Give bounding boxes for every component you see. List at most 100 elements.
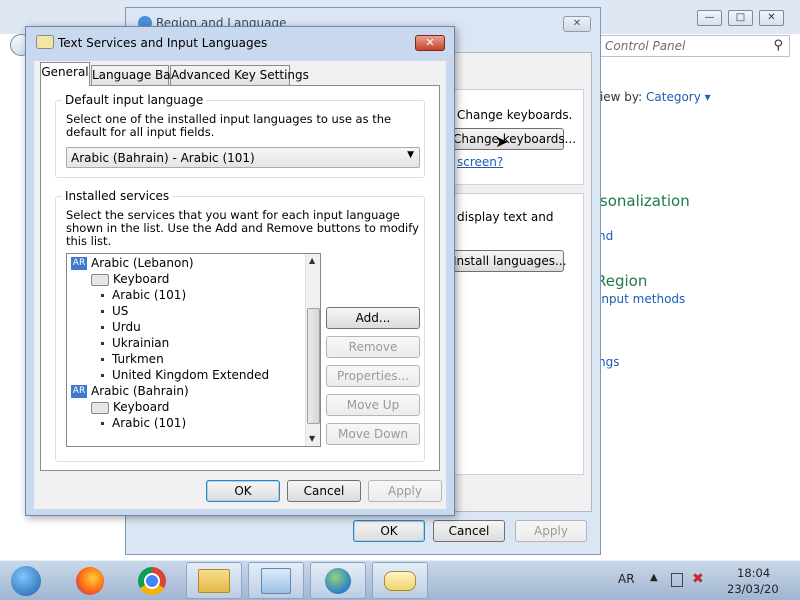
keyboard-category-icon bbox=[91, 273, 109, 286]
taskbar-explorer[interactable] bbox=[186, 562, 242, 599]
tree-layout-row[interactable]: Urdu bbox=[101, 319, 141, 335]
text-services-title: Text Services and Input Languages bbox=[58, 36, 268, 50]
cancel-button[interactable]: Cancel bbox=[287, 480, 361, 502]
close-button[interactable]: ✕ bbox=[759, 10, 784, 26]
keyboards-text: Change keyboards. bbox=[457, 108, 573, 122]
apply-button[interactable]: Apply bbox=[368, 480, 442, 502]
default-input-language-value: Arabic (Bahrain) - Arabic (101) bbox=[71, 151, 255, 165]
file-explorer-icon bbox=[198, 568, 230, 593]
tab-language-bar[interactable]: Language Bar bbox=[91, 65, 176, 85]
properties-button[interactable]: Properties... bbox=[326, 365, 420, 387]
region-apply-button[interactable]: Apply bbox=[515, 520, 587, 542]
search-placeholder: Control Panel bbox=[605, 39, 686, 53]
taskbar-chrome[interactable] bbox=[124, 562, 180, 599]
scroll-down-icon[interactable]: ▼ bbox=[309, 434, 315, 443]
bullet-icon bbox=[101, 326, 104, 329]
keyboard-category-icon bbox=[91, 401, 109, 414]
installed-services-group: Installed services Select the services t… bbox=[55, 189, 425, 462]
tree-scrollbar[interactable]: ▲ ▼ bbox=[305, 254, 320, 446]
add-button[interactable]: Add... bbox=[326, 307, 420, 329]
bullet-icon bbox=[101, 342, 104, 345]
tree-layout-row[interactable]: Arabic (101) bbox=[101, 287, 186, 303]
taskbar-region-language[interactable] bbox=[310, 562, 366, 599]
bullet-icon bbox=[101, 294, 104, 297]
region-close-button[interactable]: ✕ bbox=[563, 16, 591, 32]
chevron-down-icon: ▼ bbox=[407, 150, 414, 160]
tree-language-row[interactable]: AR Arabic (Lebanon) bbox=[71, 255, 194, 271]
tree-layout-row[interactable]: Arabic (101) bbox=[101, 415, 186, 431]
language-name: Arabic (Lebanon) bbox=[91, 256, 194, 270]
taskbar-firefox[interactable] bbox=[62, 562, 118, 599]
region-cancel-button[interactable]: Cancel bbox=[433, 520, 505, 542]
clock-date[interactable]: 23/03/20 bbox=[727, 582, 779, 596]
default-input-language-title: Default input language bbox=[62, 93, 207, 107]
remove-button[interactable]: Remove bbox=[326, 336, 420, 358]
category-name: Keyboard bbox=[113, 400, 170, 414]
move-down-button[interactable]: Move Down bbox=[326, 423, 420, 445]
layout-name: Turkmen bbox=[112, 352, 164, 366]
layout-name: Arabic (101) bbox=[112, 416, 187, 430]
taskbar-text-services[interactable] bbox=[372, 562, 428, 599]
chrome-center-icon bbox=[144, 572, 160, 589]
installed-services-tree[interactable]: AR Arabic (Lebanon) Keyboard Arabic (101)… bbox=[66, 253, 321, 447]
region-heading[interactable]: Region bbox=[596, 272, 647, 290]
bullet-icon bbox=[101, 358, 104, 361]
bullet-icon bbox=[101, 374, 104, 377]
tab-advanced-key-settings[interactable]: Advanced Key Settings bbox=[170, 65, 309, 85]
input-methods-link[interactable]: input methods bbox=[598, 292, 685, 306]
volume-muted-icon[interactable]: ✖ bbox=[692, 571, 704, 587]
bullet-icon bbox=[101, 422, 104, 425]
ok-button[interactable]: OK bbox=[206, 480, 280, 502]
installed-services-title: Installed services bbox=[62, 189, 173, 203]
layout-name: United Kingdom Extended bbox=[112, 368, 270, 382]
text-services-body: General Language Bar Advanced Key Settin… bbox=[34, 61, 446, 509]
language-indicator[interactable]: AR bbox=[618, 572, 635, 586]
layout-name: Ukrainian bbox=[112, 336, 170, 350]
language-badge-icon: AR bbox=[71, 257, 87, 270]
search-icon: ⚲ bbox=[773, 38, 783, 53]
welcome-screen-link[interactable]: screen? bbox=[457, 155, 503, 169]
taskbar-control-panel[interactable] bbox=[248, 562, 304, 599]
clock-time[interactable]: 18:04 bbox=[737, 566, 770, 580]
move-up-button[interactable]: Move Up bbox=[326, 394, 420, 416]
tab-general[interactable]: General bbox=[40, 62, 90, 86]
tree-layout-row[interactable]: United Kingdom Extended bbox=[101, 367, 269, 383]
settings-link[interactable]: ngs bbox=[598, 355, 619, 369]
text-services-close-button[interactable]: ✕ bbox=[415, 35, 445, 51]
minimize-button[interactable]: — bbox=[697, 10, 722, 26]
action-center-icon[interactable] bbox=[671, 573, 683, 587]
tree-language-row[interactable]: AR Arabic (Bahrain) bbox=[71, 383, 189, 399]
tree-category-row[interactable]: Keyboard bbox=[91, 271, 169, 287]
keyboard-input-icon bbox=[384, 570, 416, 591]
installed-services-description: Select the services that you want for ea… bbox=[66, 208, 419, 248]
scroll-up-icon[interactable]: ▲ bbox=[309, 256, 315, 265]
tree-layout-row[interactable]: Ukrainian bbox=[101, 335, 169, 351]
layout-name: US bbox=[112, 304, 129, 318]
text-services-dialog: Text Services and Input Languages ✕ Gene… bbox=[25, 26, 455, 516]
install-languages-button[interactable]: Install languages... bbox=[452, 250, 567, 272]
display-language-text: display text and bbox=[457, 210, 554, 224]
view-by-dropdown[interactable]: Category ▾ bbox=[646, 90, 711, 104]
region-ok-button[interactable]: OK bbox=[353, 520, 425, 542]
keyboard-icon bbox=[36, 35, 54, 49]
tree-layout-row[interactable]: US bbox=[101, 303, 128, 319]
general-tab-page: Default input language Select one of the… bbox=[40, 85, 440, 471]
search-box[interactable]: Control Panel ⚲ bbox=[598, 35, 790, 57]
layout-name: Urdu bbox=[112, 320, 141, 334]
text-services-titlebar: Text Services and Input Languages ✕ bbox=[26, 27, 454, 59]
default-input-language-select[interactable]: Arabic (Bahrain) - Arabic (101) ▼ bbox=[66, 147, 420, 168]
tree-category-row[interactable]: Keyboard bbox=[91, 399, 169, 415]
control-panel-icon bbox=[261, 567, 291, 594]
layout-name: Arabic (101) bbox=[112, 288, 187, 302]
maximize-button[interactable]: □ bbox=[728, 10, 753, 26]
bullet-icon bbox=[101, 310, 104, 313]
start-orb-icon bbox=[11, 565, 41, 596]
mouse-cursor-icon: ➤ bbox=[495, 132, 509, 151]
scroll-thumb[interactable] bbox=[307, 308, 320, 424]
firefox-icon bbox=[76, 566, 104, 595]
tree-layout-row[interactable]: Turkmen bbox=[101, 351, 164, 367]
show-hidden-icons-icon[interactable]: ▲ bbox=[650, 572, 658, 583]
start-button[interactable] bbox=[0, 562, 52, 599]
default-input-language-description: Select one of the installed input langua… bbox=[66, 112, 392, 139]
language-name: Arabic (Bahrain) bbox=[91, 384, 189, 398]
